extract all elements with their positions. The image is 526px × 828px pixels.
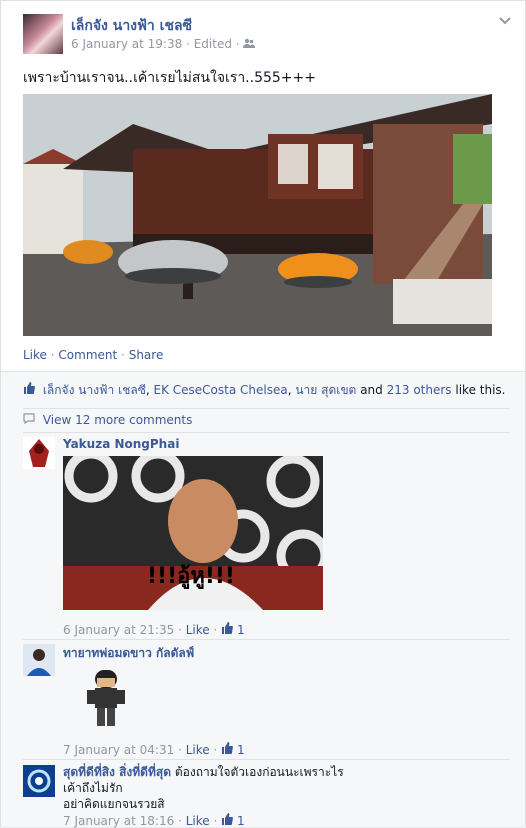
others-link[interactable]: 213 others <box>387 383 452 397</box>
comment-like-count[interactable]: 1 <box>221 813 245 828</box>
divider <box>23 639 509 640</box>
commenter-avatar[interactable] <box>23 765 55 797</box>
comment-sticker[interactable] <box>81 668 131 730</box>
comment-like-count[interactable]: 1 <box>221 622 245 637</box>
edited-label[interactable]: Edited <box>194 37 232 51</box>
commenter-avatar[interactable] <box>23 437 55 469</box>
post-meta: 6 January at 19:38 · Edited · <box>71 37 256 51</box>
likes-summary: เล็กจัง นางฟ้า เชลซี, EK CeseCosta Chels… <box>23 381 509 409</box>
commenter-name[interactable]: สุดที่ดีที่สิง สิ่งที่ดีที่สุด <box>63 765 171 779</box>
thumbs-up-icon <box>222 742 234 754</box>
post-card: เล็กจัง นางฟ้า เชลซี 6 January at 19:38 … <box>0 0 526 828</box>
liker-3[interactable]: นาย สุดเขต <box>295 383 356 397</box>
commenter-avatar[interactable] <box>23 644 55 676</box>
post-actions: Like · Comment · Share <box>23 348 164 362</box>
chevron-down-icon[interactable] <box>499 13 511 29</box>
thumbs-up-icon <box>222 813 234 825</box>
divider <box>23 432 509 433</box>
comment-body: สุดที่ดีที่สิง สิ่งที่ดีที่สุด ต้องถามใจ… <box>63 765 344 811</box>
comments-section: เล็กจัง นางฟ้า เชลซี, EK CeseCosta Chels… <box>1 371 525 828</box>
divider <box>23 759 509 760</box>
share-link[interactable]: Share <box>129 348 164 362</box>
comment-like-link[interactable]: Like <box>186 814 210 828</box>
thumbs-up-icon <box>23 382 39 397</box>
like-link[interactable]: Like <box>23 348 47 362</box>
view-more-comments[interactable]: View 12 more comments <box>23 413 192 427</box>
liker-1[interactable]: เล็กจัง นางฟ้า เชลซี <box>43 383 146 397</box>
comment-link[interactable]: Comment <box>58 348 117 362</box>
comment-meta: 7 January at 18:16 · Like · 1 <box>63 813 245 828</box>
comment-like-link[interactable]: Like <box>186 743 210 757</box>
post-date[interactable]: 6 January at 19:38 <box>71 37 182 51</box>
comment-image[interactable]: !!!อู้หู!!! <box>63 456 323 610</box>
image-caption: !!!อู้หู!!! <box>147 564 235 589</box>
liker-2[interactable]: EK CeseCosta Chelsea <box>154 383 288 397</box>
comment-like-count[interactable]: 1 <box>221 742 245 757</box>
comment-meta: 7 January at 04:31 · Like · 1 <box>63 742 245 757</box>
commenter-name[interactable]: ทายาทพ่อมดขาว กัลดัลฟ์ <box>63 644 194 663</box>
post-text: เพราะบ้านเราจน..เค้าเรยไม่สนใจเรา..555++… <box>23 70 316 86</box>
thumbs-up-icon <box>222 622 234 634</box>
author-name[interactable]: เล็กจัง นางฟ้า เชลซี <box>71 15 192 37</box>
post-photo[interactable] <box>23 94 492 336</box>
friends-icon[interactable] <box>243 37 256 51</box>
commenter-name[interactable]: Yakuza NongPhai <box>63 437 179 451</box>
comment-bubble-icon <box>23 413 39 427</box>
author-avatar[interactable] <box>23 14 63 54</box>
comment-meta: 6 January at 21:35 · Like · 1 <box>63 622 245 637</box>
comment-like-link[interactable]: Like <box>186 623 210 637</box>
